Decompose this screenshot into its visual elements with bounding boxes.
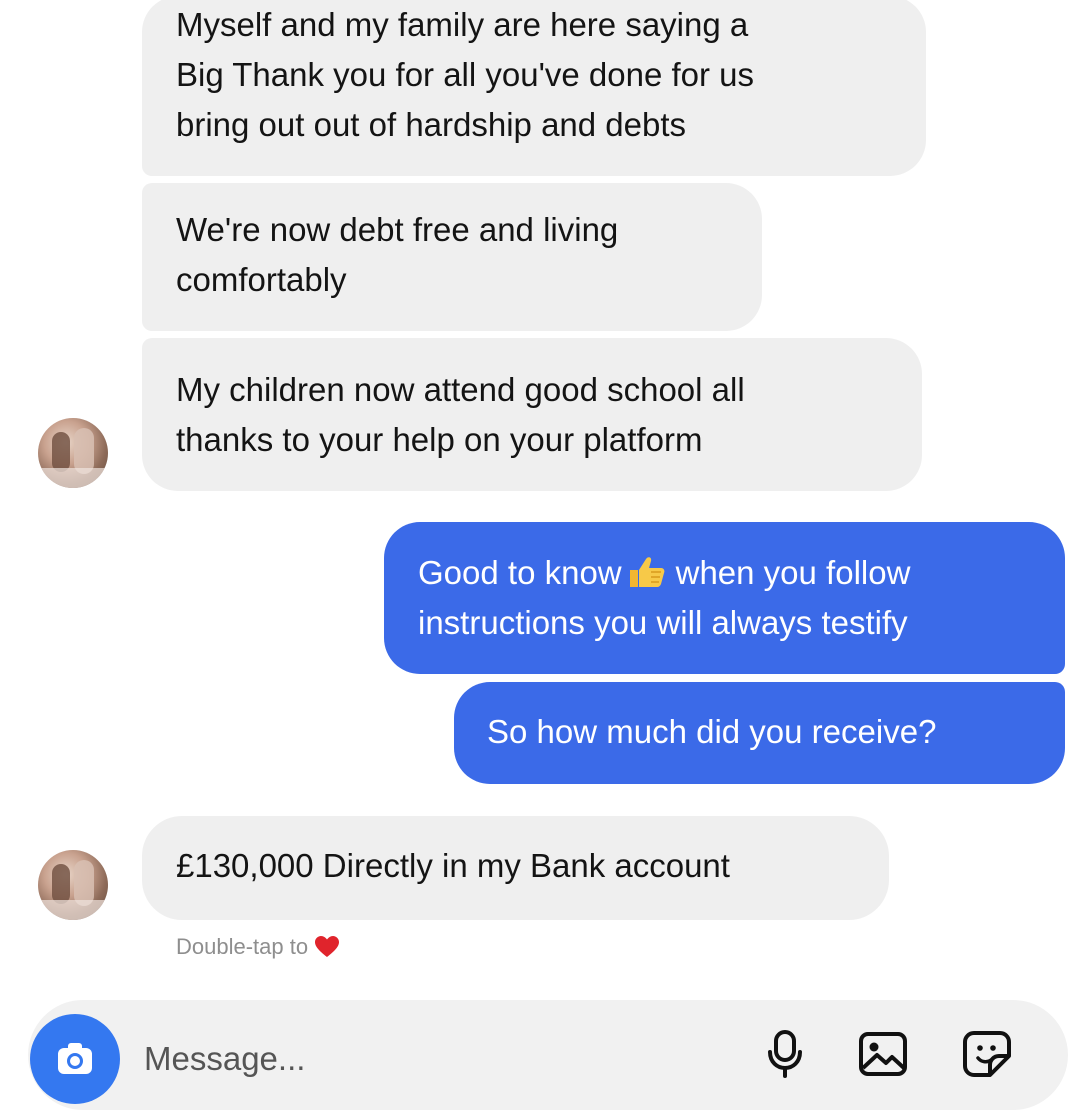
- message-text: bring out out of hardship and debts: [176, 106, 687, 143]
- outgoing-message-bubble[interactable]: Good to know when you follow instruction…: [384, 522, 1065, 674]
- message-text: We're now debt free and living: [176, 211, 619, 248]
- camera-button[interactable]: [30, 1014, 120, 1104]
- microphone-icon[interactable]: [760, 1028, 812, 1080]
- incoming-message-bubble[interactable]: My children now attend good school all t…: [142, 338, 922, 491]
- sticker-icon[interactable]: [962, 1028, 1014, 1080]
- message-input[interactable]: [142, 1034, 726, 1084]
- message-text: when you follow: [675, 554, 911, 591]
- double-tap-hint: Double-tap to: [176, 934, 340, 960]
- contact-avatar[interactable]: [38, 418, 108, 488]
- message-text: My children now attend good school all: [176, 371, 745, 408]
- message-text: thanks to your help on your platform: [176, 421, 703, 458]
- message-text: instructions you will always testify: [418, 604, 908, 641]
- heart-icon: [315, 936, 340, 957]
- incoming-message-bubble[interactable]: £130,000 Directly in my Bank account: [142, 816, 889, 920]
- gallery-icon[interactable]: [857, 1028, 909, 1080]
- camera-icon: [58, 1043, 92, 1074]
- message-text: Big Thank you for all you've done for us: [176, 56, 755, 93]
- incoming-message-bubble[interactable]: Myself and my family are here saying a B…: [142, 0, 926, 176]
- message-text: comfortably: [176, 261, 347, 298]
- contact-avatar[interactable]: [38, 850, 108, 920]
- message-text: So how much did you receive?: [487, 713, 937, 750]
- double-tap-hint-text: Double-tap to: [176, 934, 309, 959]
- incoming-message-bubble[interactable]: We're now debt free and living comfortab…: [142, 183, 762, 331]
- message-text: Good to know: [418, 554, 622, 591]
- message-text: £130,000 Directly in my Bank account: [176, 847, 730, 884]
- thumbs-up-icon: [629, 557, 664, 587]
- message-text: Myself and my family are here saying a: [176, 6, 749, 43]
- outgoing-message-bubble[interactable]: So how much did you receive?: [454, 682, 1065, 784]
